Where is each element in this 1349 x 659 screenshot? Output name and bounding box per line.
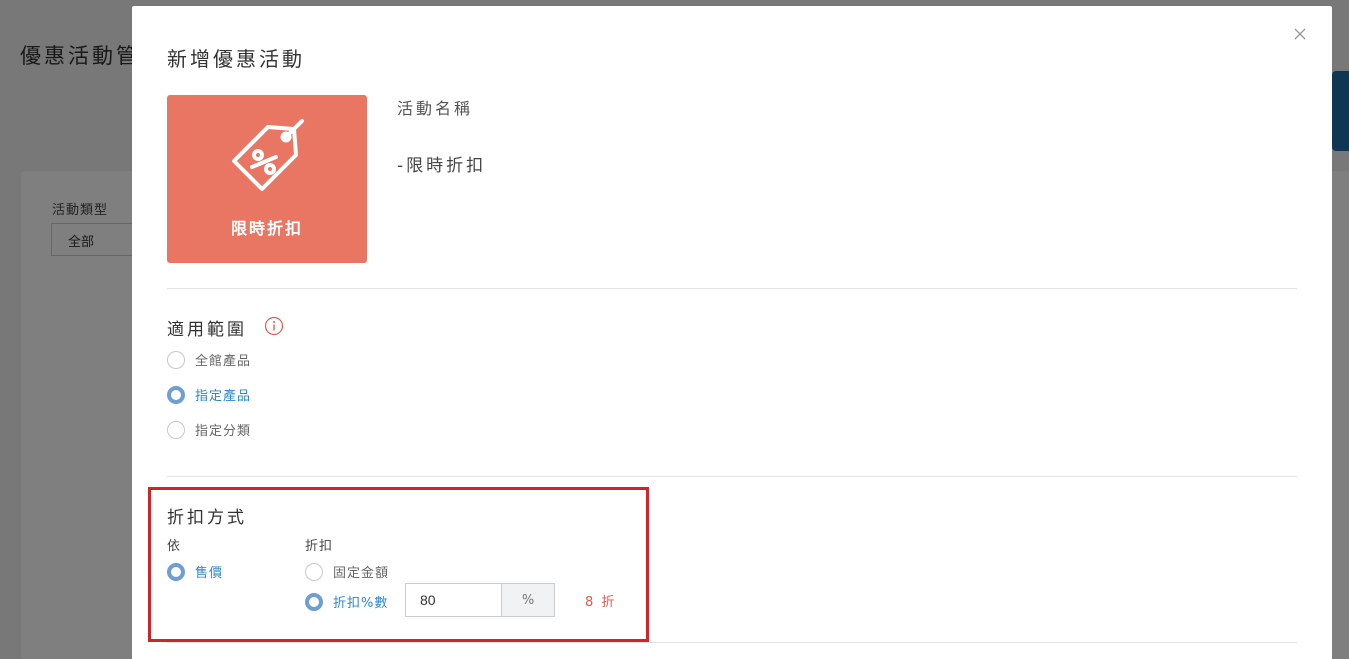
scope-option-label: 指定分類 (195, 424, 252, 439)
close-icon (1294, 28, 1306, 40)
close-button[interactable] (1288, 22, 1312, 46)
scope-option-label: 指定產品 (195, 389, 252, 404)
divider (167, 642, 1297, 643)
basis-option-selling-price[interactable]: 售價 (167, 562, 223, 581)
activity-card-label: 限時折扣 (230, 219, 303, 238)
discount-option-label: 固定金額 (333, 566, 390, 581)
basis-option-label: 售價 (195, 566, 224, 581)
add-promotion-modal: 新增優惠活動 限時折扣 活動名稱 -限時折扣 適用範圍 全館產品 指定產品 指定… (132, 6, 1332, 659)
basis-label: 依 (167, 539, 182, 554)
divider (167, 476, 1297, 477)
discount-option-percentage[interactable]: 折扣%數 (305, 592, 388, 611)
scope-option-specific-products[interactable]: 指定產品 (167, 385, 251, 404)
discount-label: 折扣 (305, 539, 334, 554)
divider (167, 288, 1297, 289)
scope-option-all-products[interactable]: 全館產品 (167, 350, 251, 369)
discount-tag-icon (232, 119, 304, 191)
radio-button[interactable] (305, 562, 323, 581)
percent-unit-addon: % (501, 583, 555, 617)
activity-name-label: 活動名稱 (397, 99, 474, 118)
discount-option-label: 折扣%數 (333, 596, 389, 611)
scope-option-label: 全館產品 (195, 354, 252, 369)
radio-button-selected[interactable] (305, 592, 323, 611)
discount-percentage-input[interactable] (405, 583, 501, 617)
scope-section-title: 適用範圍 (167, 320, 247, 340)
radio-button-selected[interactable] (167, 562, 185, 581)
scope-option-specific-category[interactable]: 指定分類 (167, 420, 251, 439)
activity-type-card[interactable]: 限時折扣 (167, 95, 367, 263)
activity-name-value[interactable]: -限時折扣 (397, 151, 486, 176)
discount-option-fixed-amount[interactable]: 固定金額 (305, 562, 389, 581)
radio-button-selected[interactable] (167, 385, 185, 404)
radio-button[interactable] (167, 350, 185, 369)
discount-method-title: 折扣方式 (167, 508, 247, 528)
discount-result-text: 8 折 (585, 595, 617, 610)
modal-title: 新增優惠活動 (167, 47, 305, 71)
info-icon[interactable] (264, 316, 284, 336)
radio-button[interactable] (167, 420, 185, 439)
